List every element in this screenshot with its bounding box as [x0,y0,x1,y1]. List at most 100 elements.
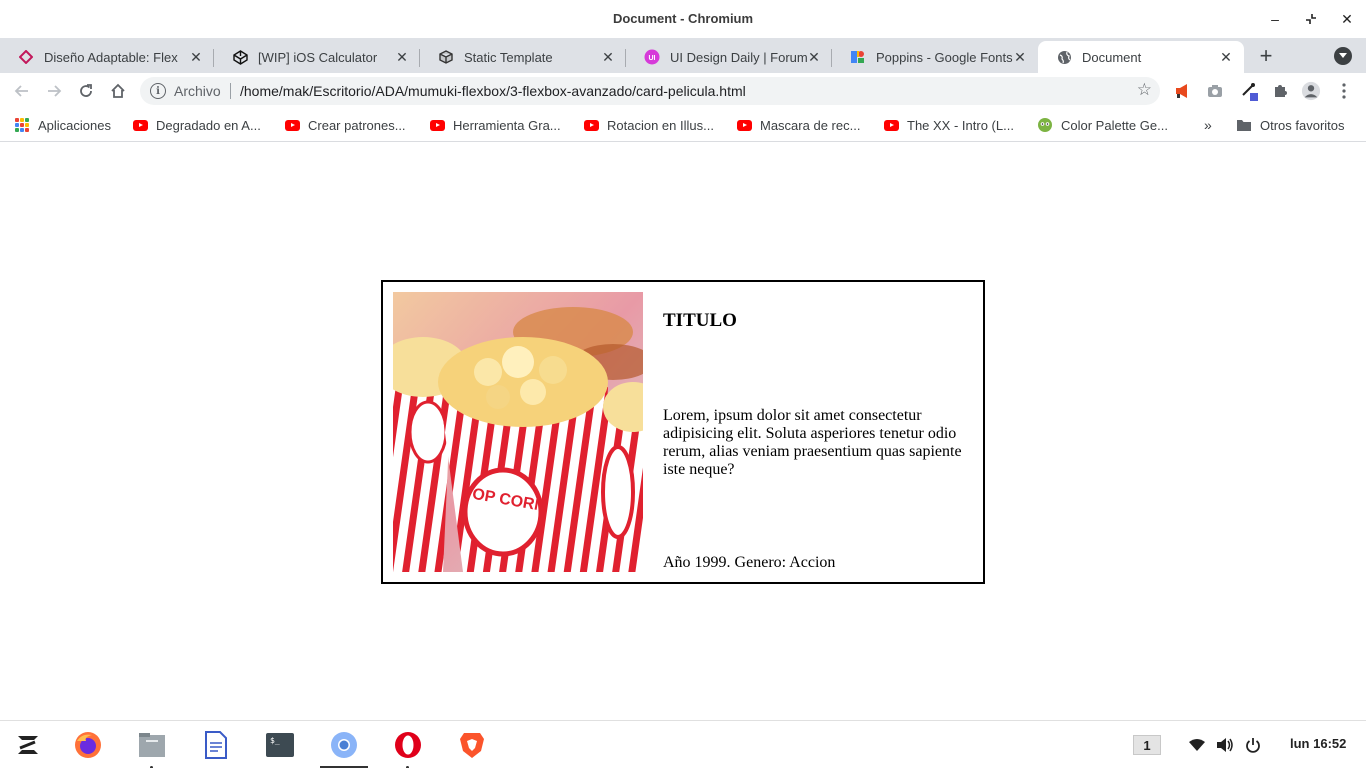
browser-toolbar: i Archivo /home/mak/Escritorio/ADA/mumuk… [0,73,1366,109]
bookmark-label: The XX - Intro (L... [907,117,1014,133]
bookmark-item[interactable]: Herramienta Gra... [429,117,561,133]
tab-label: Document [1082,49,1142,65]
tab-strip: Diseño Adaptable: Flex ✕ [WIP] iOS Calcu… [0,38,1366,73]
youtube-icon [883,117,899,133]
bookmark-label: Rotacion en Illus... [607,117,714,133]
tab-label: Poppins - Google Fonts [876,49,1013,65]
movie-card: POP CORN TITULO Lorem, ipsum dolor sit a… [381,280,985,584]
back-button[interactable] [10,79,34,103]
forward-button[interactable] [42,79,66,103]
camera-extension-icon[interactable] [1205,81,1225,101]
bookmark-label: Mascara de rec... [760,117,861,133]
close-tab-icon[interactable]: ✕ [1218,49,1234,65]
youtube-icon [429,117,445,133]
bookmark-label: Herramienta Gra... [453,117,561,133]
workspace-indicator[interactable]: 1 [1133,735,1161,755]
tab-label: Diseño Adaptable: Flex [44,49,178,65]
bookmark-item[interactable]: Degradado en A... [132,117,261,133]
globe-icon [1056,49,1072,65]
window-title: Document - Chromium [612,11,754,26]
volume-icon[interactable] [1215,735,1235,755]
bookmark-apps[interactable]: Aplicaciones [14,117,111,133]
tab-label: Static Template [464,49,553,65]
bookmark-item[interactable]: Mascara de rec... [736,117,860,133]
home-button[interactable] [106,79,130,103]
reload-button[interactable] [74,79,98,103]
tab-label: UI Design Daily | Forum [670,49,808,65]
taskbar: $_ 1 lun 16:52 [0,720,1366,768]
codesandbox-icon [438,49,454,65]
movie-card-body: TITULO Lorem, ipsum dolor sit amet conse… [663,292,967,572]
bookmark-item[interactable]: Rotacion en Illus... [583,117,714,133]
bookmarks-overflow-button[interactable]: » [1204,117,1212,133]
svg-text:$_: $_ [270,736,280,745]
firefox-icon[interactable] [72,729,104,761]
youtube-icon [284,117,300,133]
bookmarks-bar: Aplicaciones Degradado en A... Crear pat… [0,109,1366,142]
omnibox-divider [230,83,231,99]
close-tab-icon[interactable]: ✕ [394,49,410,65]
bookmark-other-folder[interactable]: Otros favoritos [1236,117,1345,133]
new-tab-button[interactable]: + [1254,43,1278,68]
tab-document[interactable]: Document ✕ [1038,41,1244,73]
zorin-menu-icon[interactable] [12,729,44,761]
colorpicker-extension-icon[interactable] [1240,81,1260,101]
opera-icon[interactable] [392,729,424,761]
svg-text:UI: UI [649,55,656,62]
close-tab-icon[interactable]: ✕ [1012,49,1028,65]
tab-search-button[interactable] [1334,47,1352,65]
movie-poster-image: POP CORN [393,292,643,572]
text-editor-icon[interactable] [200,729,232,761]
restore-icon[interactable] [1300,8,1322,30]
bookmark-star-icon[interactable]: ☆ [1137,80,1152,100]
window-titlebar: Document - Chromium – ✕ [0,0,1366,38]
chromium-icon[interactable] [328,729,360,761]
movie-meta: Año 1999. Genero: Accion [663,554,836,571]
tab-ui-design-daily[interactable]: UI UI Design Daily | Forum ✕ [626,41,832,73]
movie-title: TITULO [663,310,737,331]
bookmark-label: Crear patrones... [308,117,406,133]
close-tab-icon[interactable]: ✕ [188,49,204,65]
platzi-icon [18,49,34,65]
scheme-label: Archivo [174,83,221,99]
color-palette-icon [1037,117,1053,133]
tab-label: [WIP] iOS Calculator [258,49,378,65]
youtube-icon [736,117,752,133]
codepen-icon [232,49,248,65]
browser-menu-icon[interactable] [1334,81,1354,101]
folder-icon [1236,117,1252,133]
tab-ios-calculator[interactable]: [WIP] iOS Calculator ✕ [214,41,420,73]
bookmark-item[interactable]: Color Palette Ge... [1037,117,1168,133]
bookmark-label: Color Palette Ge... [1061,117,1168,133]
clock[interactable]: lun 16:52 [1290,736,1346,751]
google-fonts-icon [850,49,866,65]
youtube-icon [583,117,599,133]
bookmark-label: Aplicaciones [38,117,111,133]
close-window-icon[interactable]: ✕ [1336,8,1358,30]
power-icon[interactable] [1243,735,1263,755]
terminal-icon[interactable]: $_ [264,729,296,761]
site-info-icon[interactable]: i [150,83,166,99]
bookmark-label: Degradado en A... [156,117,261,133]
megaphone-extension-icon[interactable] [1173,81,1193,101]
close-tab-icon[interactable]: ✕ [806,49,822,65]
extensions-puzzle-icon[interactable] [1270,81,1290,101]
movie-description: Lorem, ipsum dolor sit amet consectetur … [663,407,962,478]
apps-grid-icon [14,117,30,133]
bookmark-label: Otros favoritos [1260,117,1345,133]
tab-static-template[interactable]: Static Template ✕ [420,41,626,73]
close-tab-icon[interactable]: ✕ [600,49,616,65]
address-bar[interactable]: i Archivo /home/mak/Escritorio/ADA/mumuk… [140,77,1160,105]
bookmark-item[interactable]: Crear patrones... [284,117,406,133]
youtube-icon [132,117,148,133]
wifi-icon[interactable] [1187,735,1207,755]
tab-diseno-adaptable[interactable]: Diseño Adaptable: Flex ✕ [0,41,214,73]
url-text[interactable]: /home/mak/Escritorio/ADA/mumuki-flexbox/… [240,83,746,99]
tab-poppins-google-fonts[interactable]: Poppins - Google Fonts ✕ [832,41,1038,73]
minimize-icon[interactable]: – [1264,8,1286,30]
uidesigndaily-icon: UI [644,49,660,65]
brave-icon[interactable] [456,729,488,761]
files-icon[interactable] [136,729,168,761]
bookmark-item[interactable]: The XX - Intro (L... [883,117,1014,133]
profile-avatar-icon[interactable] [1301,81,1321,101]
